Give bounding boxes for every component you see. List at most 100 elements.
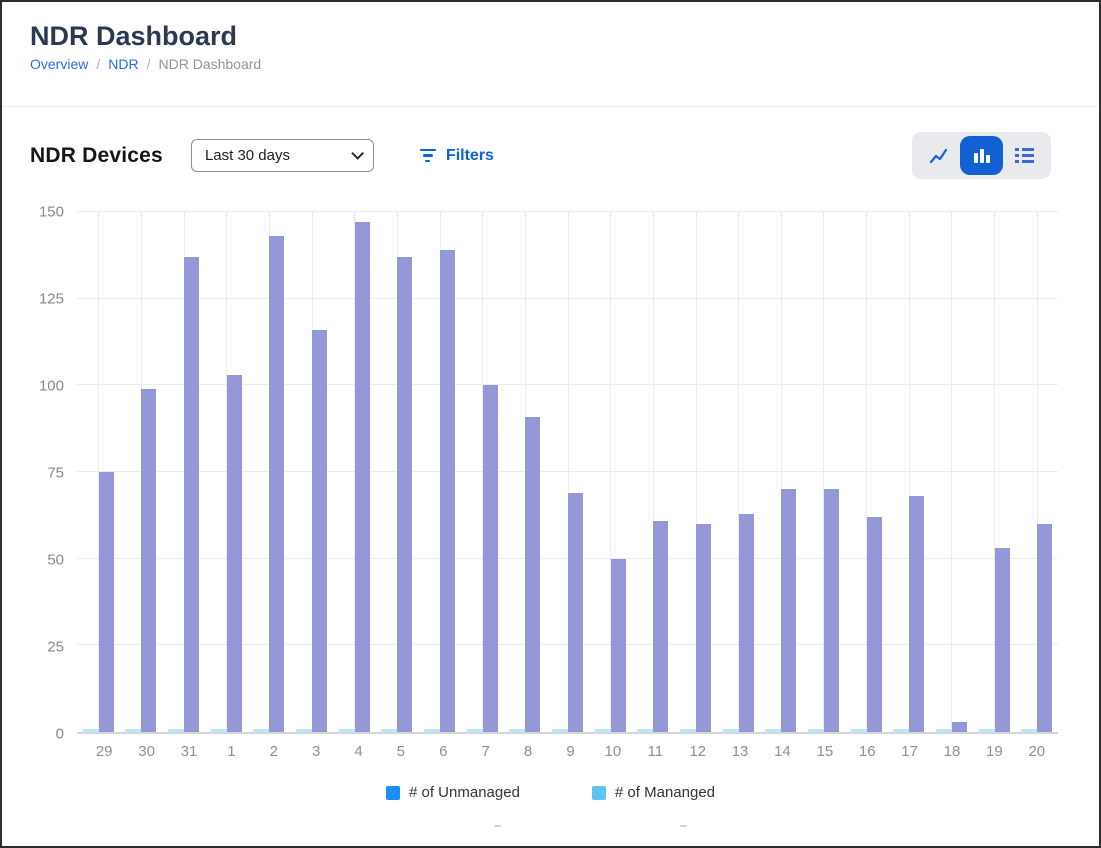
bar-managed[interactable] <box>296 729 312 732</box>
bar-managed[interactable] <box>808 729 824 732</box>
bar-managed[interactable] <box>381 729 397 732</box>
breadcrumb-separator: / <box>147 56 151 72</box>
x-tick-label: 7 <box>465 734 507 760</box>
bar-unmanaged[interactable] <box>440 250 455 732</box>
list-view-button[interactable] <box>1003 136 1046 175</box>
x-tick-label: 17 <box>888 734 930 760</box>
chevron-down-icon <box>351 147 364 160</box>
chart-column <box>717 212 760 732</box>
bar-managed[interactable] <box>168 729 184 732</box>
bar-unmanaged[interactable] <box>781 489 796 732</box>
bar-managed[interactable] <box>765 729 781 732</box>
chart-column <box>845 212 888 732</box>
bar-unmanaged[interactable] <box>995 548 1010 732</box>
bar-unmanaged[interactable] <box>653 521 668 732</box>
time-range-select[interactable]: Last 30 days <box>191 139 374 172</box>
y-tick-label: 25 <box>47 639 64 656</box>
bar-managed[interactable] <box>893 729 909 732</box>
bar-unmanaged[interactable] <box>269 236 284 732</box>
bar-unmanaged[interactable] <box>141 389 156 732</box>
legend-item-unmanaged[interactable]: # of Unmanaged <box>386 784 520 801</box>
bar-managed[interactable] <box>936 729 952 732</box>
bar-managed[interactable] <box>125 729 141 732</box>
bar-unmanaged[interactable] <box>867 517 882 732</box>
x-tick-label: 11 <box>634 734 676 760</box>
filters-label: Filters <box>446 147 494 165</box>
breadcrumb-current: NDR Dashboard <box>158 56 261 72</box>
legend-item-mananged[interactable]: # of Mananged <box>592 784 715 801</box>
bar-unmanaged[interactable] <box>824 489 839 732</box>
view-toggle-group <box>912 132 1051 179</box>
bar-managed[interactable] <box>723 729 739 732</box>
chart-column <box>930 212 973 732</box>
bar-unmanaged[interactable] <box>952 722 967 732</box>
list-icon <box>1015 148 1034 163</box>
bar-managed[interactable] <box>637 729 653 732</box>
legend-label-unmanaged: # of Unmanaged <box>409 784 520 801</box>
chart-column <box>760 212 803 732</box>
breadcrumb: Overview / NDR / NDR Dashboard <box>30 56 1071 72</box>
page-title: NDR Dashboard <box>30 20 1071 52</box>
bar-unmanaged[interactable] <box>312 330 327 732</box>
chart: 0255075100125150 29303112345678910111213… <box>2 212 1099 760</box>
bar-unmanaged[interactable] <box>568 493 583 732</box>
bar-managed[interactable] <box>83 729 99 732</box>
y-tick-label: 0 <box>56 726 64 743</box>
x-tick-label: 29 <box>83 734 125 760</box>
bar-unmanaged[interactable] <box>227 375 242 732</box>
bar-unmanaged[interactable] <box>909 496 924 732</box>
legend-swatch-mananged <box>592 786 606 800</box>
section-title: NDR Devices <box>30 144 163 168</box>
plot-area <box>77 212 1058 734</box>
bar-unmanaged[interactable] <box>739 514 754 732</box>
chart-column <box>120 212 163 732</box>
bar-managed[interactable] <box>680 729 696 732</box>
bar-managed[interactable] <box>595 729 611 732</box>
x-tick-label: 1 <box>210 734 252 760</box>
line-chart-view-button[interactable] <box>917 136 960 175</box>
x-tick-label: 5 <box>380 734 422 760</box>
filter-icon <box>420 149 436 163</box>
bar-managed[interactable] <box>1021 729 1037 732</box>
bar-managed[interactable] <box>211 729 227 732</box>
bar-managed[interactable] <box>467 729 483 732</box>
x-tick-label: 14 <box>761 734 803 760</box>
x-tick-label: 16 <box>846 734 888 760</box>
bar-unmanaged[interactable] <box>355 222 370 732</box>
x-axis: 2930311234567891011121314151617181920 <box>77 734 1058 760</box>
x-tick-label: 3 <box>295 734 337 760</box>
breadcrumb-overview[interactable]: Overview <box>30 56 88 72</box>
bar-unmanaged[interactable] <box>184 257 199 732</box>
bar-unmanaged[interactable] <box>99 472 114 732</box>
y-tick-label: 100 <box>39 378 64 395</box>
chart-column <box>1015 212 1058 732</box>
x-tick-label: 13 <box>719 734 761 760</box>
bar-managed[interactable] <box>979 729 995 732</box>
filters-button[interactable]: Filters <box>420 147 494 165</box>
bar-unmanaged[interactable] <box>611 559 626 732</box>
bar-unmanaged[interactable] <box>483 385 498 732</box>
x-tick-label: 8 <box>507 734 549 760</box>
line-chart-icon <box>929 147 948 165</box>
chart-column <box>589 212 632 732</box>
bar-managed[interactable] <box>253 729 269 732</box>
bar-unmanaged[interactable] <box>696 524 711 732</box>
bar-managed[interactable] <box>851 729 867 732</box>
x-tick-label: 6 <box>422 734 464 760</box>
bar-managed[interactable] <box>509 729 525 732</box>
bar-managed[interactable] <box>339 729 355 732</box>
bar-unmanaged[interactable] <box>397 257 412 732</box>
bar-unmanaged[interactable] <box>1037 524 1052 732</box>
x-tick-label: 30 <box>125 734 167 760</box>
bar-chart-view-button[interactable] <box>960 136 1003 175</box>
x-tick-label: 18 <box>931 734 973 760</box>
chart-column <box>802 212 845 732</box>
bar-unmanaged[interactable] <box>525 417 540 732</box>
chart-column <box>504 212 547 732</box>
x-tick-label: 9 <box>549 734 591 760</box>
x-tick-label: 20 <box>1016 734 1058 760</box>
chart-column <box>632 212 675 732</box>
breadcrumb-ndr[interactable]: NDR <box>108 56 138 72</box>
bar-managed[interactable] <box>552 729 568 732</box>
bar-managed[interactable] <box>424 729 440 732</box>
